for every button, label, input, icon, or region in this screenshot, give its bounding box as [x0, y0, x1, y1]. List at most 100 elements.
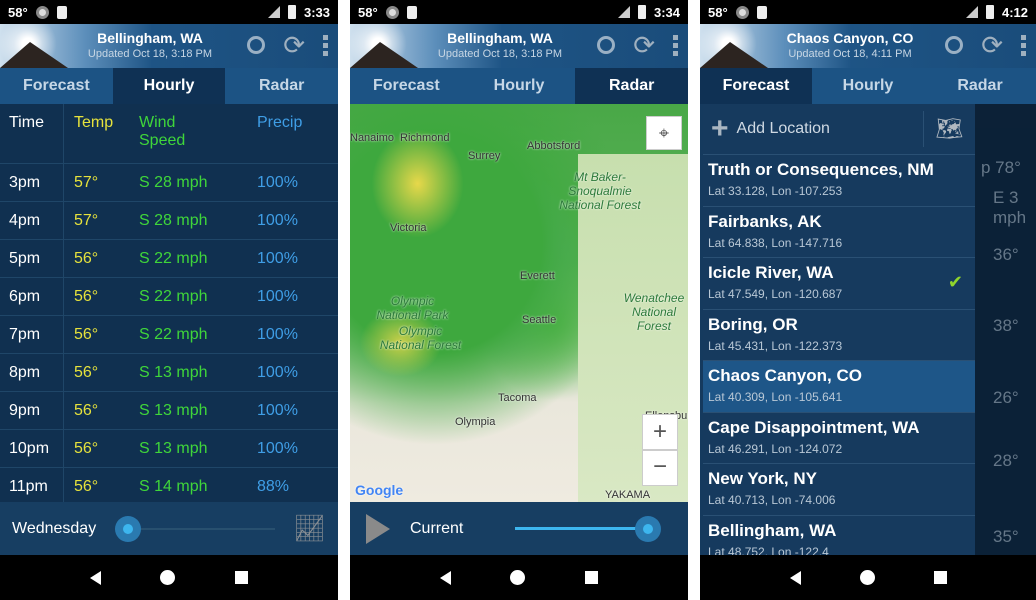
row-precip: 88%	[257, 477, 290, 495]
row-temp: 57°	[74, 211, 99, 229]
tab-forecast[interactable]: Forecast	[0, 68, 113, 104]
table-row: 4pm 57° S 28 mph 100%	[0, 201, 338, 239]
location-item[interactable]: Boring, OR Lat 45.431, Lon -122.373	[703, 310, 975, 361]
location-item[interactable]: Icicle River, WA Lat 47.549, Lon -120.687…	[703, 258, 975, 310]
home-icon[interactable]	[510, 570, 526, 585]
recents-icon[interactable]	[235, 571, 249, 584]
plus-icon: +	[711, 112, 729, 145]
map-label: Wenatchee National Forest	[623, 291, 685, 333]
zoom-in-button[interactable]: +	[642, 414, 678, 450]
tab-bar: Forecast Hourly Radar	[700, 68, 1036, 104]
row-temp: 56°	[74, 325, 99, 343]
add-location-button[interactable]: + Add Location 🗺︎	[703, 104, 975, 155]
status-time: 4:12	[1001, 4, 1028, 20]
app-header: Bellingham, WA Updated Oct 18, 3:18 PM ⟳	[350, 24, 688, 68]
location-title[interactable]: Chaos Canyon, CO Updated Oct 18, 4:11 PM	[780, 30, 920, 60]
status-bar: 58° 3:33	[0, 0, 338, 24]
my-location-icon[interactable]	[597, 36, 616, 54]
app-logo	[0, 24, 80, 68]
row-time: 3pm	[0, 164, 64, 201]
refresh-icon[interactable]: ⟳	[283, 32, 305, 58]
check-icon: ✔	[947, 272, 963, 292]
tab-radar[interactable]: Radar	[225, 68, 338, 104]
overflow-menu-icon[interactable]	[323, 34, 328, 56]
recents-icon[interactable]	[585, 571, 599, 584]
location-name: Fairbanks, AK	[708, 211, 822, 231]
refresh-icon[interactable]: ⟳	[633, 32, 655, 58]
my-location-icon[interactable]	[945, 36, 964, 54]
zoom-out-button[interactable]: −	[642, 450, 678, 486]
tab-forecast[interactable]: Forecast	[700, 68, 812, 104]
tab-hourly[interactable]: Hourly	[812, 68, 924, 104]
map-icon[interactable]: 🗺︎	[923, 111, 975, 147]
app-logo	[350, 24, 430, 68]
row-time: 11pm	[0, 468, 64, 505]
background-value: E 3 mph	[993, 188, 1027, 227]
overflow-menu-icon[interactable]	[673, 34, 678, 56]
radar-map[interactable]: Nanaimo Richmond Surrey Abbotsford Mt Baker-…	[350, 104, 688, 502]
row-temp: 56°	[74, 401, 99, 419]
slider-thumb[interactable]	[115, 515, 141, 542]
refresh-icon[interactable]: ⟳	[981, 32, 1003, 58]
table-row: 6pm 56° S 22 mph 100%	[0, 277, 338, 315]
map-label: Tacoma	[498, 392, 537, 404]
slider-thumb[interactable]	[635, 515, 661, 542]
location-name: Boring, OR	[708, 314, 798, 334]
my-location-icon[interactable]	[247, 36, 266, 54]
location-item[interactable]: Cape Disappointment, WA Lat 46.291, Lon -…	[703, 413, 975, 464]
location-coords: Lat 64.838, Lon -147.716	[708, 235, 843, 250]
location-coords: Lat 40.309, Lon -105.641	[708, 390, 843, 404]
background-value: 26°	[993, 388, 1019, 407]
notification-icon	[385, 5, 399, 19]
sd-card-icon	[56, 5, 67, 19]
status-temp: 58°	[358, 4, 378, 20]
recents-icon[interactable]	[933, 571, 947, 584]
row-precip: 100%	[257, 173, 298, 191]
back-icon[interactable]	[789, 570, 801, 585]
map-label: Mt Baker-Snoqualmie National Forest	[559, 170, 641, 212]
tab-forecast[interactable]: Forecast	[350, 68, 463, 104]
location-coords: Lat 47.549, Lon -120.687	[708, 287, 843, 301]
city-name: Chaos Canyon, CO	[786, 30, 914, 46]
app-header: Bellingham, WA Updated Oct 18, 3:18 PM ⟳	[0, 24, 338, 68]
hourly-header-row: Time Temp Wind Speed Precip	[0, 104, 338, 163]
tab-radar[interactable]: Radar	[575, 68, 688, 104]
location-item[interactable]: Truth or Consequences, NM Lat 33.128, Lon…	[703, 155, 975, 207]
home-icon[interactable]	[160, 570, 176, 585]
chart-icon[interactable]: 📈︎	[293, 513, 326, 544]
home-icon[interactable]	[859, 570, 875, 585]
location-name: New York, NY	[708, 469, 817, 488]
signal-icon	[617, 6, 630, 18]
back-icon[interactable]	[89, 570, 101, 585]
tab-radar[interactable]: Radar	[924, 68, 1036, 104]
tab-hourly[interactable]: Hourly	[463, 68, 576, 104]
day-slider[interactable]	[115, 515, 275, 542]
overflow-menu-icon[interactable]	[1021, 34, 1026, 56]
row-wind: S 22 mph	[139, 287, 208, 305]
background-value: 28°	[993, 451, 1019, 470]
my-location-button[interactable]: ⌖	[646, 116, 682, 150]
location-item[interactable]: Chaos Canyon, CO Lat 40.309, Lon -105.641	[703, 361, 975, 413]
tab-hourly[interactable]: Hourly	[112, 68, 226, 104]
col-precip: Precip	[257, 114, 303, 131]
radar-timeline: Current	[350, 502, 688, 555]
col-time: Time	[0, 104, 64, 163]
android-nav-bar	[350, 555, 688, 600]
location-item[interactable]: New York, NY Lat 40.713, Lon -74.006	[703, 464, 975, 516]
timeline-slider[interactable]	[515, 515, 661, 542]
back-icon[interactable]	[439, 570, 451, 585]
location-title[interactable]: Bellingham, WA Updated Oct 18, 3:18 PM	[80, 30, 220, 60]
location-title[interactable]: Bellingham, WA Updated Oct 18, 3:18 PM	[430, 30, 570, 60]
updated-time: Updated Oct 18, 4:11 PM	[788, 48, 912, 60]
phone-radar: 58° 3:34 Bellingham, WA Updated Oct 18, …	[350, 0, 688, 600]
background-value: 38°	[993, 316, 1019, 335]
location-item[interactable]: Fairbanks, AK Lat 64.838, Lon -147.716	[703, 207, 975, 258]
notification-icon	[35, 5, 49, 19]
row-wind: S 28 mph	[139, 211, 208, 229]
updated-time: Updated Oct 18, 3:18 PM	[87, 48, 213, 60]
location-coords: Lat 46.291, Lon -124.072	[708, 441, 843, 456]
sd-card-icon	[406, 5, 417, 19]
play-icon[interactable]	[366, 513, 390, 544]
location-name: Bellingham, WA	[708, 520, 837, 540]
android-nav-bar	[700, 555, 1036, 600]
